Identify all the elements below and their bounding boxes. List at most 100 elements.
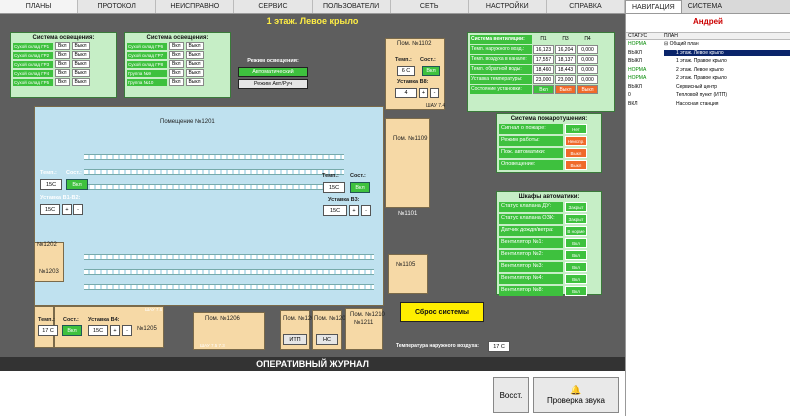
desk-row bbox=[84, 184, 344, 190]
desk-row bbox=[84, 154, 344, 160]
vent-cell: 23,000 bbox=[533, 75, 554, 84]
menu-help[interactable]: СПРАВКА bbox=[546, 0, 625, 13]
lighting-on-button[interactable]: Вкл bbox=[169, 69, 184, 77]
menu-protocol[interactable]: ПРОТОКОЛ bbox=[78, 0, 157, 13]
left-setpoint-value: 15С bbox=[40, 204, 60, 215]
navigation-panel: Андрей СТАТУС ПЛАН НОРМА ⊟ Общий план ВЫК… bbox=[625, 14, 790, 416]
left-state-value: Вкл bbox=[66, 179, 88, 190]
nav-row-plan: 2 этаж. Левое крыло bbox=[676, 66, 724, 73]
restore-button[interactable]: Восст. bbox=[493, 377, 529, 413]
lighting-on-button[interactable]: Вкл bbox=[169, 51, 184, 59]
menu-plans[interactable]: ПЛАНЫ bbox=[0, 0, 79, 13]
mid-setpoint-value: 15С bbox=[323, 205, 347, 216]
lighting-off-button[interactable]: Выкл bbox=[185, 51, 204, 59]
automation-row-label: Вентилятор №8: bbox=[499, 286, 563, 296]
b-plus-button[interactable]: + bbox=[110, 325, 120, 336]
lighting-on-button[interactable]: Вкл bbox=[55, 42, 70, 50]
vent-state-p1: Вкл bbox=[533, 85, 554, 94]
reset-system-button[interactable]: Сброс системы bbox=[400, 302, 484, 322]
r1102-minus-button[interactable]: - bbox=[430, 88, 439, 98]
lighting-off-button[interactable]: Выкл bbox=[71, 78, 90, 86]
room-1202[interactable] bbox=[34, 242, 64, 282]
nav-row-status: ВЫКЛ bbox=[628, 83, 642, 90]
left-minus-button[interactable]: - bbox=[73, 204, 83, 215]
manual-mode-button[interactable]: Режим Авт/Руч bbox=[238, 79, 308, 89]
r1102-plus-button[interactable]: + bbox=[419, 88, 428, 98]
nav-row-plan: 2 этаж. Правое крыло bbox=[676, 75, 727, 82]
nav-row[interactable]: 0 Тепловой пункт (ИТП) bbox=[626, 91, 790, 100]
automation-row: Статус клапана ОЗК: Закрыт bbox=[499, 214, 599, 224]
lighting-on-button[interactable]: Вкл bbox=[169, 78, 184, 86]
tab-navigation[interactable]: НАВИГАЦИЯ bbox=[625, 0, 682, 13]
r1102-setpoint-value: 4 bbox=[395, 88, 417, 98]
lighting-on-button[interactable]: Вкл bbox=[55, 69, 70, 77]
lighting-off-button[interactable]: Выкл bbox=[185, 60, 204, 68]
menu-network[interactable]: СЕТЬ bbox=[390, 0, 469, 13]
lighting-on-button[interactable]: Вкл bbox=[55, 78, 70, 86]
left-plus-button[interactable]: + bbox=[62, 204, 72, 215]
lighting-on-button[interactable]: Вкл bbox=[55, 51, 70, 59]
menu-settings[interactable]: НАСТРОЙКИ bbox=[468, 0, 547, 13]
nav-row-plan: Тепловой пункт (ИТП) bbox=[676, 92, 728, 99]
automation-row-value: Вкл bbox=[565, 262, 587, 272]
room-1109[interactable] bbox=[385, 118, 430, 208]
menu-service[interactable]: СЕРВИС bbox=[234, 0, 313, 13]
nav-row-plan: Насосная станция bbox=[676, 100, 719, 107]
tab-system[interactable]: СИСТЕМА bbox=[682, 0, 728, 13]
automation-row-label: Статус клапана ОЗК: bbox=[499, 214, 563, 224]
nav-row[interactable]: ВЫКЛ 1 этаж. Левое крыло bbox=[626, 49, 790, 58]
fire-row-label: Сигнал о пожаре: bbox=[499, 124, 563, 134]
itp-button[interactable]: ИТП bbox=[283, 334, 307, 345]
lighting-on-button[interactable]: Вкл bbox=[169, 60, 184, 68]
automation-row-value: Вкл bbox=[565, 286, 587, 296]
vent-cell: 0,000 bbox=[577, 45, 598, 54]
fire-row-value: Нет bbox=[565, 124, 587, 134]
nav-row-status: НОРМА bbox=[628, 75, 647, 82]
lighting-group-label: Сухой склад ГР3 bbox=[13, 60, 53, 68]
mid-plus-button[interactable]: + bbox=[349, 205, 359, 216]
automation-row: Вентилятор №4: Вкл bbox=[499, 274, 599, 284]
lighting-off-button[interactable]: Выкл bbox=[185, 78, 204, 86]
nc-button[interactable]: НС bbox=[316, 334, 338, 345]
nav-row[interactable]: ВЫКЛ Сервисный центр bbox=[626, 83, 790, 92]
lighting-group-label: Сухой склад ГР1 bbox=[13, 42, 53, 50]
room-1105[interactable] bbox=[388, 254, 428, 294]
automation-row-value: Вкл bbox=[565, 238, 587, 248]
nav-row[interactable]: НОРМА 2 этаж. Левое крыло bbox=[626, 66, 790, 75]
automation-row-label: Датчик дождя/ветра: bbox=[499, 226, 563, 236]
vent-cell: 0,000 bbox=[577, 65, 598, 74]
room-1109-label: Пом. №1109 bbox=[393, 136, 428, 142]
auto-mode-button[interactable]: Автоматический bbox=[238, 67, 308, 77]
r1102-setpoint-label: Уставка В8: bbox=[397, 79, 429, 85]
nav-row[interactable]: НОРМА 2 этаж. Правое крыло bbox=[626, 74, 790, 83]
lighting-off-button[interactable]: Выкл bbox=[71, 69, 90, 77]
left-temp-label: Темп.: bbox=[40, 170, 57, 176]
b-minus-button[interactable]: - bbox=[122, 325, 132, 336]
lighting-off-button[interactable]: Выкл bbox=[185, 42, 204, 50]
nav-row[interactable]: ВКЛ Насосная станция bbox=[626, 100, 790, 109]
journal-title: ОПЕРАТИВНЫЙ ЖУРНАЛ bbox=[0, 357, 625, 371]
vent-cell: 16,123 bbox=[533, 45, 554, 54]
nav-table-header: СТАТУС ПЛАН bbox=[626, 32, 790, 40]
ventilation-row: Темп. наружного возд.: 16,123 16,204 0,000 bbox=[470, 45, 612, 54]
lighting-off-button[interactable]: Выкл bbox=[71, 42, 90, 50]
left-state-label: Сост.: bbox=[66, 170, 82, 176]
desk-row bbox=[84, 254, 374, 260]
lighting-group-label: Сухой склад ГР4 bbox=[13, 69, 53, 77]
nav-row[interactable]: НОРМА ⊟ Общий план bbox=[626, 40, 790, 49]
mid-minus-button[interactable]: - bbox=[361, 205, 371, 216]
menu-faults[interactable]: НЕИСПРАВНО bbox=[156, 0, 235, 13]
nav-row[interactable]: ВЫКЛ 1 этаж. Правое крыло bbox=[626, 57, 790, 66]
lighting-on-button[interactable]: Вкл bbox=[169, 42, 184, 50]
b-setpoint-value: 15С bbox=[88, 325, 108, 336]
lighting-on-button[interactable]: Вкл bbox=[55, 60, 70, 68]
lighting-off-button[interactable]: Выкл bbox=[71, 60, 90, 68]
menu-users[interactable]: ПОЛЬЗОВАТЕЛИ bbox=[312, 0, 391, 13]
lighting-off-button[interactable]: Выкл bbox=[71, 51, 90, 59]
room-1211-label: №1211 bbox=[354, 320, 374, 326]
room-1203-label: №1203 bbox=[39, 269, 59, 275]
vent-cell: 16,204 bbox=[555, 45, 576, 54]
sound-check-button[interactable]: 🔔 Проверка звука bbox=[533, 377, 619, 413]
lighting-off-button[interactable]: Выкл bbox=[185, 69, 204, 77]
operational-journal[interactable]: Восст. 🔔 Проверка звука bbox=[0, 371, 625, 416]
